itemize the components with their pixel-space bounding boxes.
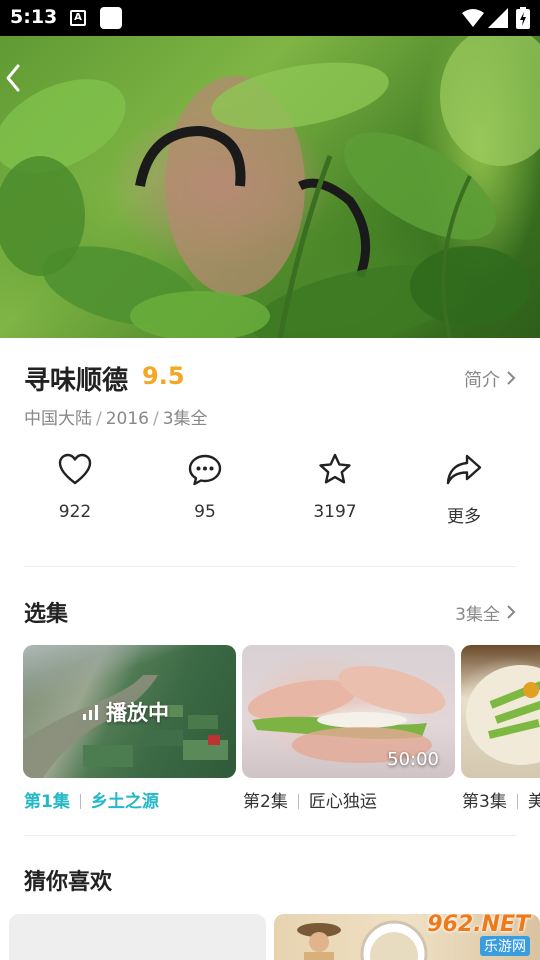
recommend-section-title: 猜你喜欢 <box>24 870 113 895</box>
recommend-card-1[interactable] <box>9 914 266 960</box>
like-count: 922 <box>58 502 92 522</box>
episode-caption-2[interactable]: 第2集 匠心独运 <box>243 787 377 812</box>
now-playing-label: 播放中 <box>106 701 169 725</box>
status-bar: 5:13 A <box>0 0 540 36</box>
show-year: 2016 <box>105 409 149 429</box>
episode-caption-1[interactable]: 第1集 乡土之源 <box>24 787 159 812</box>
equalizer-icon <box>83 704 98 720</box>
share-icon <box>446 454 482 485</box>
episodes-more-label: 3集全 <box>455 605 500 625</box>
caption-separator <box>79 794 81 809</box>
meta-separator: / <box>153 409 159 429</box>
chevron-right-icon <box>507 605 516 619</box>
comment-count: 95 <box>194 502 216 522</box>
episode-name-3: 美 <box>527 792 540 812</box>
heart-icon <box>58 453 92 485</box>
episodes-section-title: 选集 <box>24 602 69 627</box>
show-title: 寻味顺德 <box>24 366 129 396</box>
signal-icon <box>488 8 508 28</box>
meta-separator: / <box>96 409 102 429</box>
episode-name-2: 匠心独运 <box>308 792 377 812</box>
show-region: 中国大陆 <box>24 409 92 429</box>
share-button[interactable]: 更多 <box>414 452 514 527</box>
episode-number-2: 第2集 <box>243 792 288 812</box>
divider <box>24 835 516 836</box>
intro-link[interactable]: 简介 <box>464 366 516 392</box>
show-meta: 中国大陆/2016/3集全 <box>24 404 208 429</box>
episode-number-3: 第3集 <box>462 792 507 812</box>
episode-name-1: 乡土之源 <box>90 792 159 812</box>
chevron-right-icon <box>507 371 516 385</box>
back-arrow-icon[interactable] <box>0 62 28 94</box>
wifi-icon <box>462 9 484 27</box>
divider <box>24 566 516 567</box>
more-label: 更多 <box>447 507 481 527</box>
episode-thumbnail-3[interactable] <box>461 645 540 778</box>
comment-button[interactable]: 95 <box>155 452 255 522</box>
show-score: 9.5 <box>142 362 185 390</box>
favorite-button[interactable]: 3197 <box>285 452 385 522</box>
video-player[interactable] <box>0 36 540 338</box>
notification-icon <box>100 7 122 29</box>
battery-icon <box>516 7 530 29</box>
episode-number-1: 第1集 <box>24 792 70 812</box>
caption-separator <box>516 794 518 809</box>
episode-duration: 50:00 <box>387 749 439 770</box>
like-button[interactable]: 922 <box>25 452 125 522</box>
episode-thumbnail-2[interactable]: 50:00 <box>242 645 455 778</box>
episode-3-image <box>466 665 540 765</box>
accessibility-icon: A <box>70 10 86 26</box>
watermark-logo: 962.NET <box>427 912 530 937</box>
show-episodes-total: 3集全 <box>162 409 208 429</box>
comment-icon <box>188 454 222 486</box>
now-playing-badge: 播放中 <box>83 697 169 727</box>
caption-separator <box>297 794 299 809</box>
intro-label: 简介 <box>464 370 500 391</box>
video-frame <box>0 36 540 338</box>
favorite-count: 3197 <box>313 502 357 522</box>
star-icon <box>319 453 351 484</box>
action-bar: 922 95 3197 更多 <box>0 452 540 542</box>
watermark-sub: 乐游网 <box>480 936 530 956</box>
episode-thumbnail-1[interactable]: 播放中 <box>23 645 236 778</box>
episodes-more-link[interactable]: 3集全 <box>455 600 516 625</box>
episode-caption-3[interactable]: 第3集美 <box>462 787 540 812</box>
status-time: 5:13 <box>10 6 58 28</box>
